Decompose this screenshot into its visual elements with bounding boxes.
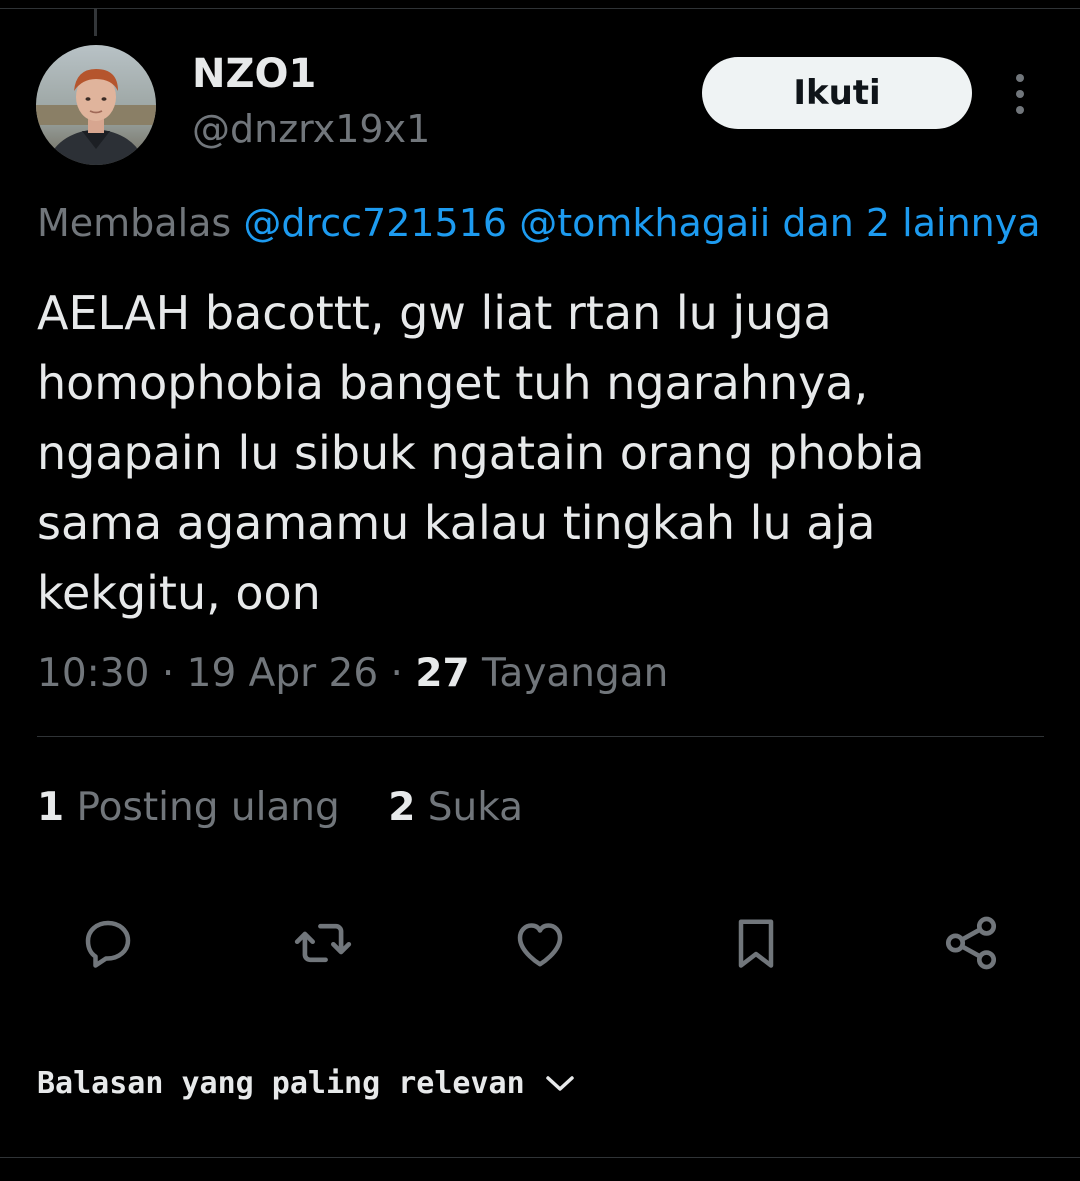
heart-icon [517,923,563,967]
sort-label: Balasan yang paling relevan [37,1066,525,1101]
reply-icon [85,920,131,968]
likes-count: 2 [388,785,416,830]
avatar[interactable] [36,45,156,165]
mention-link[interactable]: @tomkhagaii [519,201,770,245]
tweet-text: AELAH bacottt, gw liat rtan lu juga homo… [37,286,925,620]
top-divider [0,8,1080,9]
more-options-button[interactable] [1000,72,1040,116]
repost-button[interactable] [292,912,354,974]
share-icon [945,916,997,970]
tweet-date[interactable]: 19 Apr 26 [187,651,379,696]
user-handle[interactable]: @dnzrx19x1 [192,102,430,156]
reply-button[interactable] [77,912,139,974]
meta-separator: · [390,651,403,696]
meta-separator: · [161,651,175,696]
views-count: 27 [415,651,470,696]
bookmark-icon [738,919,774,968]
likes-stat[interactable]: 2 Suka [388,785,523,830]
chevron-down-icon [545,1075,574,1091]
reply-sort-selector[interactable]: Balasan yang paling relevan [37,1066,575,1101]
follow-button[interactable]: Ikuti [702,57,972,129]
others-link[interactable]: dan 2 lainnya [782,201,1040,245]
repost-icon [294,923,352,963]
divider [37,736,1044,737]
profile-photo-icon [36,45,156,165]
mention-link[interactable]: @drcc721516 [243,201,507,245]
tweet-time[interactable]: 10:30 [37,651,149,696]
replying-to-prefix: Membalas [37,201,232,245]
thread-connector-line [94,8,97,36]
like-button[interactable] [509,912,571,974]
reposts-stat[interactable]: 1 Posting ulang [37,785,340,830]
share-button[interactable] [940,912,1002,974]
likes-label: Suka [427,785,524,830]
vertical-ellipsis-icon [1016,74,1024,114]
bottom-divider [0,1157,1080,1158]
display-name[interactable]: NZO1 [192,46,316,102]
bookmark-button[interactable] [725,912,787,974]
reposts-count: 1 [37,785,65,830]
replying-to: Membalas @drcc721516 @tomkhagaii dan 2 l… [37,196,1080,250]
views-label: Tayangan [482,651,669,696]
engagement-stats: 1 Posting ulang 2 Suka [37,780,559,836]
reposts-label: Posting ulang [76,785,340,830]
tweet-metadata: 10:30 · 19 Apr 26 · 27 Tayangan [37,646,668,702]
